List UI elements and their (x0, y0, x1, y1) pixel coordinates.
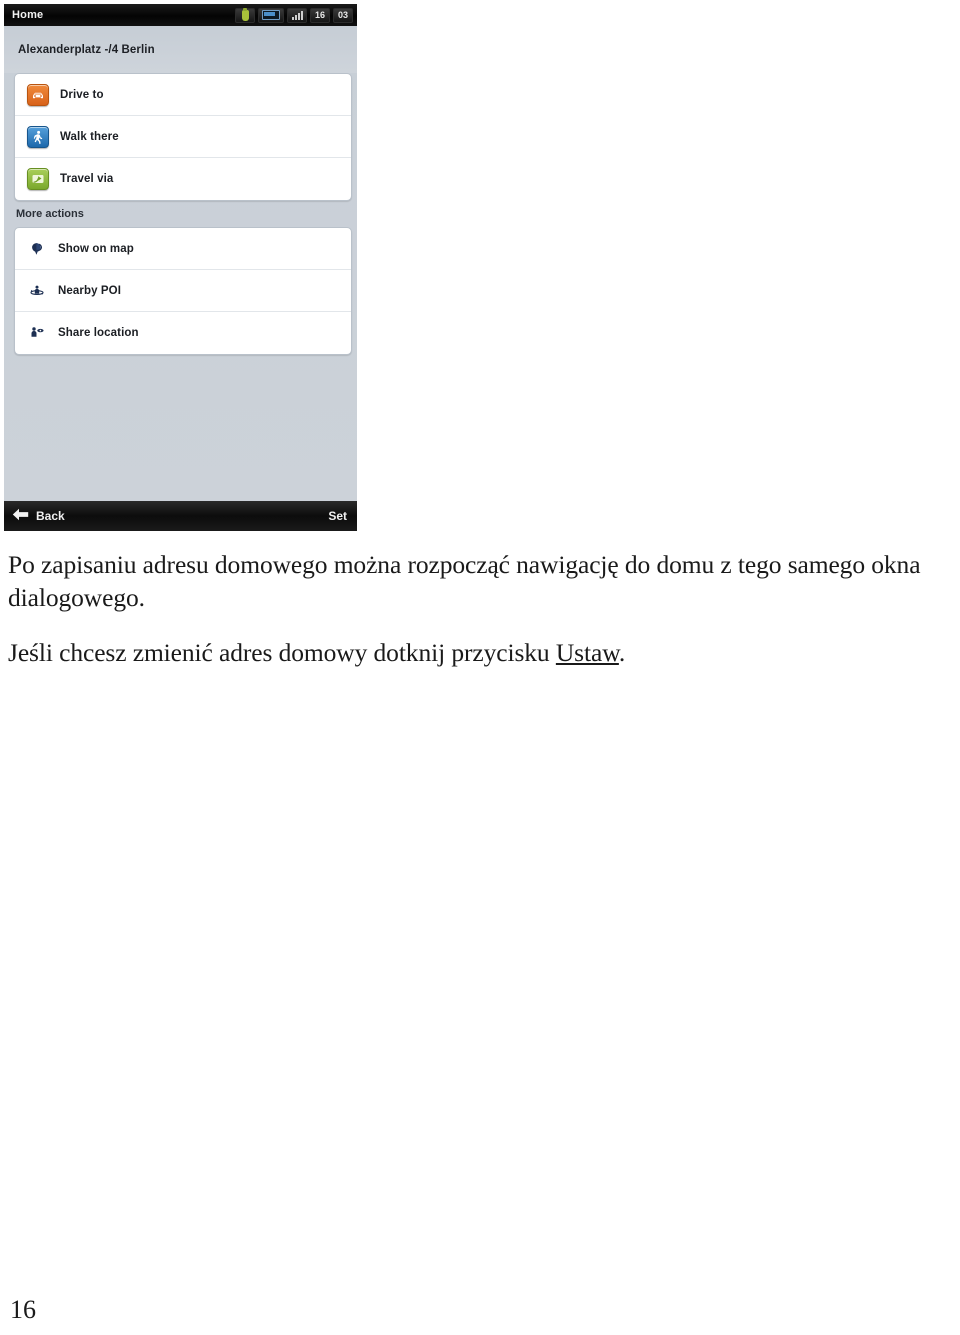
clock-minutes: 03 (333, 7, 353, 23)
primary-actions-list: Drive to Walk there Travel via (14, 73, 352, 201)
page-number: 16 (10, 1295, 36, 1324)
list-item-walk-there[interactable]: Walk there (15, 116, 351, 158)
list-item-label: Walk there (60, 130, 119, 143)
list-item-share-location[interactable]: Share location (15, 312, 351, 354)
back-button[interactable]: Back (12, 508, 65, 524)
list-item-nearby-poi[interactable]: Nearby POI (15, 270, 351, 312)
status-bar-title: Home (12, 9, 44, 21)
paragraph-2: Jeśli chcesz zmienić adres domowy dotkni… (8, 636, 952, 669)
status-bar: Home 16 03 (4, 4, 357, 26)
back-button-label: Back (36, 509, 65, 523)
arrow-left-icon (12, 508, 29, 524)
device-content: Alexanderplatz -/4 Berlin Drive to Walk … (4, 26, 357, 531)
list-item-label: Share location (58, 327, 139, 339)
address-header: Alexanderplatz -/4 Berlin (4, 26, 357, 73)
more-actions-header: More actions (16, 208, 84, 220)
set-button[interactable]: Set (328, 509, 347, 523)
bottom-toolbar: Back Set (4, 501, 357, 531)
car-icon (27, 83, 49, 106)
paragraph-2-text-before: Jeśli chcesz zmienić adres domowy dotkni… (8, 638, 556, 668)
more-actions-list: Show on map Nearby POI Share location (14, 227, 352, 355)
list-item-show-on-map[interactable]: Show on map (15, 228, 351, 270)
battery-icon (258, 7, 284, 23)
waypoint-icon (27, 168, 49, 190)
nearby-poi-icon (27, 281, 47, 301)
paragraph-2-text-after: . (618, 638, 626, 668)
list-item-label: Show on map (58, 242, 134, 255)
address-text: Alexanderplatz -/4 Berlin (18, 43, 155, 56)
status-bar-icons: 16 03 (235, 7, 353, 23)
device-screenshot: Home 16 03 Alexanderplatz -/4 Berlin Dri… (4, 4, 357, 531)
document-body: Po zapisaniu adresu domowego można rozpo… (8, 548, 952, 669)
clock-hours: 16 (310, 7, 330, 23)
list-item-label: Nearby POI (58, 284, 121, 297)
list-item-travel-via[interactable]: Travel via (15, 158, 351, 200)
list-item-drive-to[interactable]: Drive to (15, 74, 351, 116)
empty-area (4, 355, 357, 501)
map-pin-globe-icon (27, 239, 47, 259)
ustaw-link[interactable]: Ustaw (556, 638, 619, 667)
pedestrian-icon (27, 125, 49, 148)
list-item-label: Drive to (60, 88, 104, 101)
paragraph-1: Po zapisaniu adresu domowego można rozpo… (8, 550, 921, 613)
share-location-icon (27, 323, 47, 343)
list-item-label: Travel via (60, 173, 114, 185)
usb-icon (235, 7, 255, 23)
signal-icon (287, 7, 307, 23)
